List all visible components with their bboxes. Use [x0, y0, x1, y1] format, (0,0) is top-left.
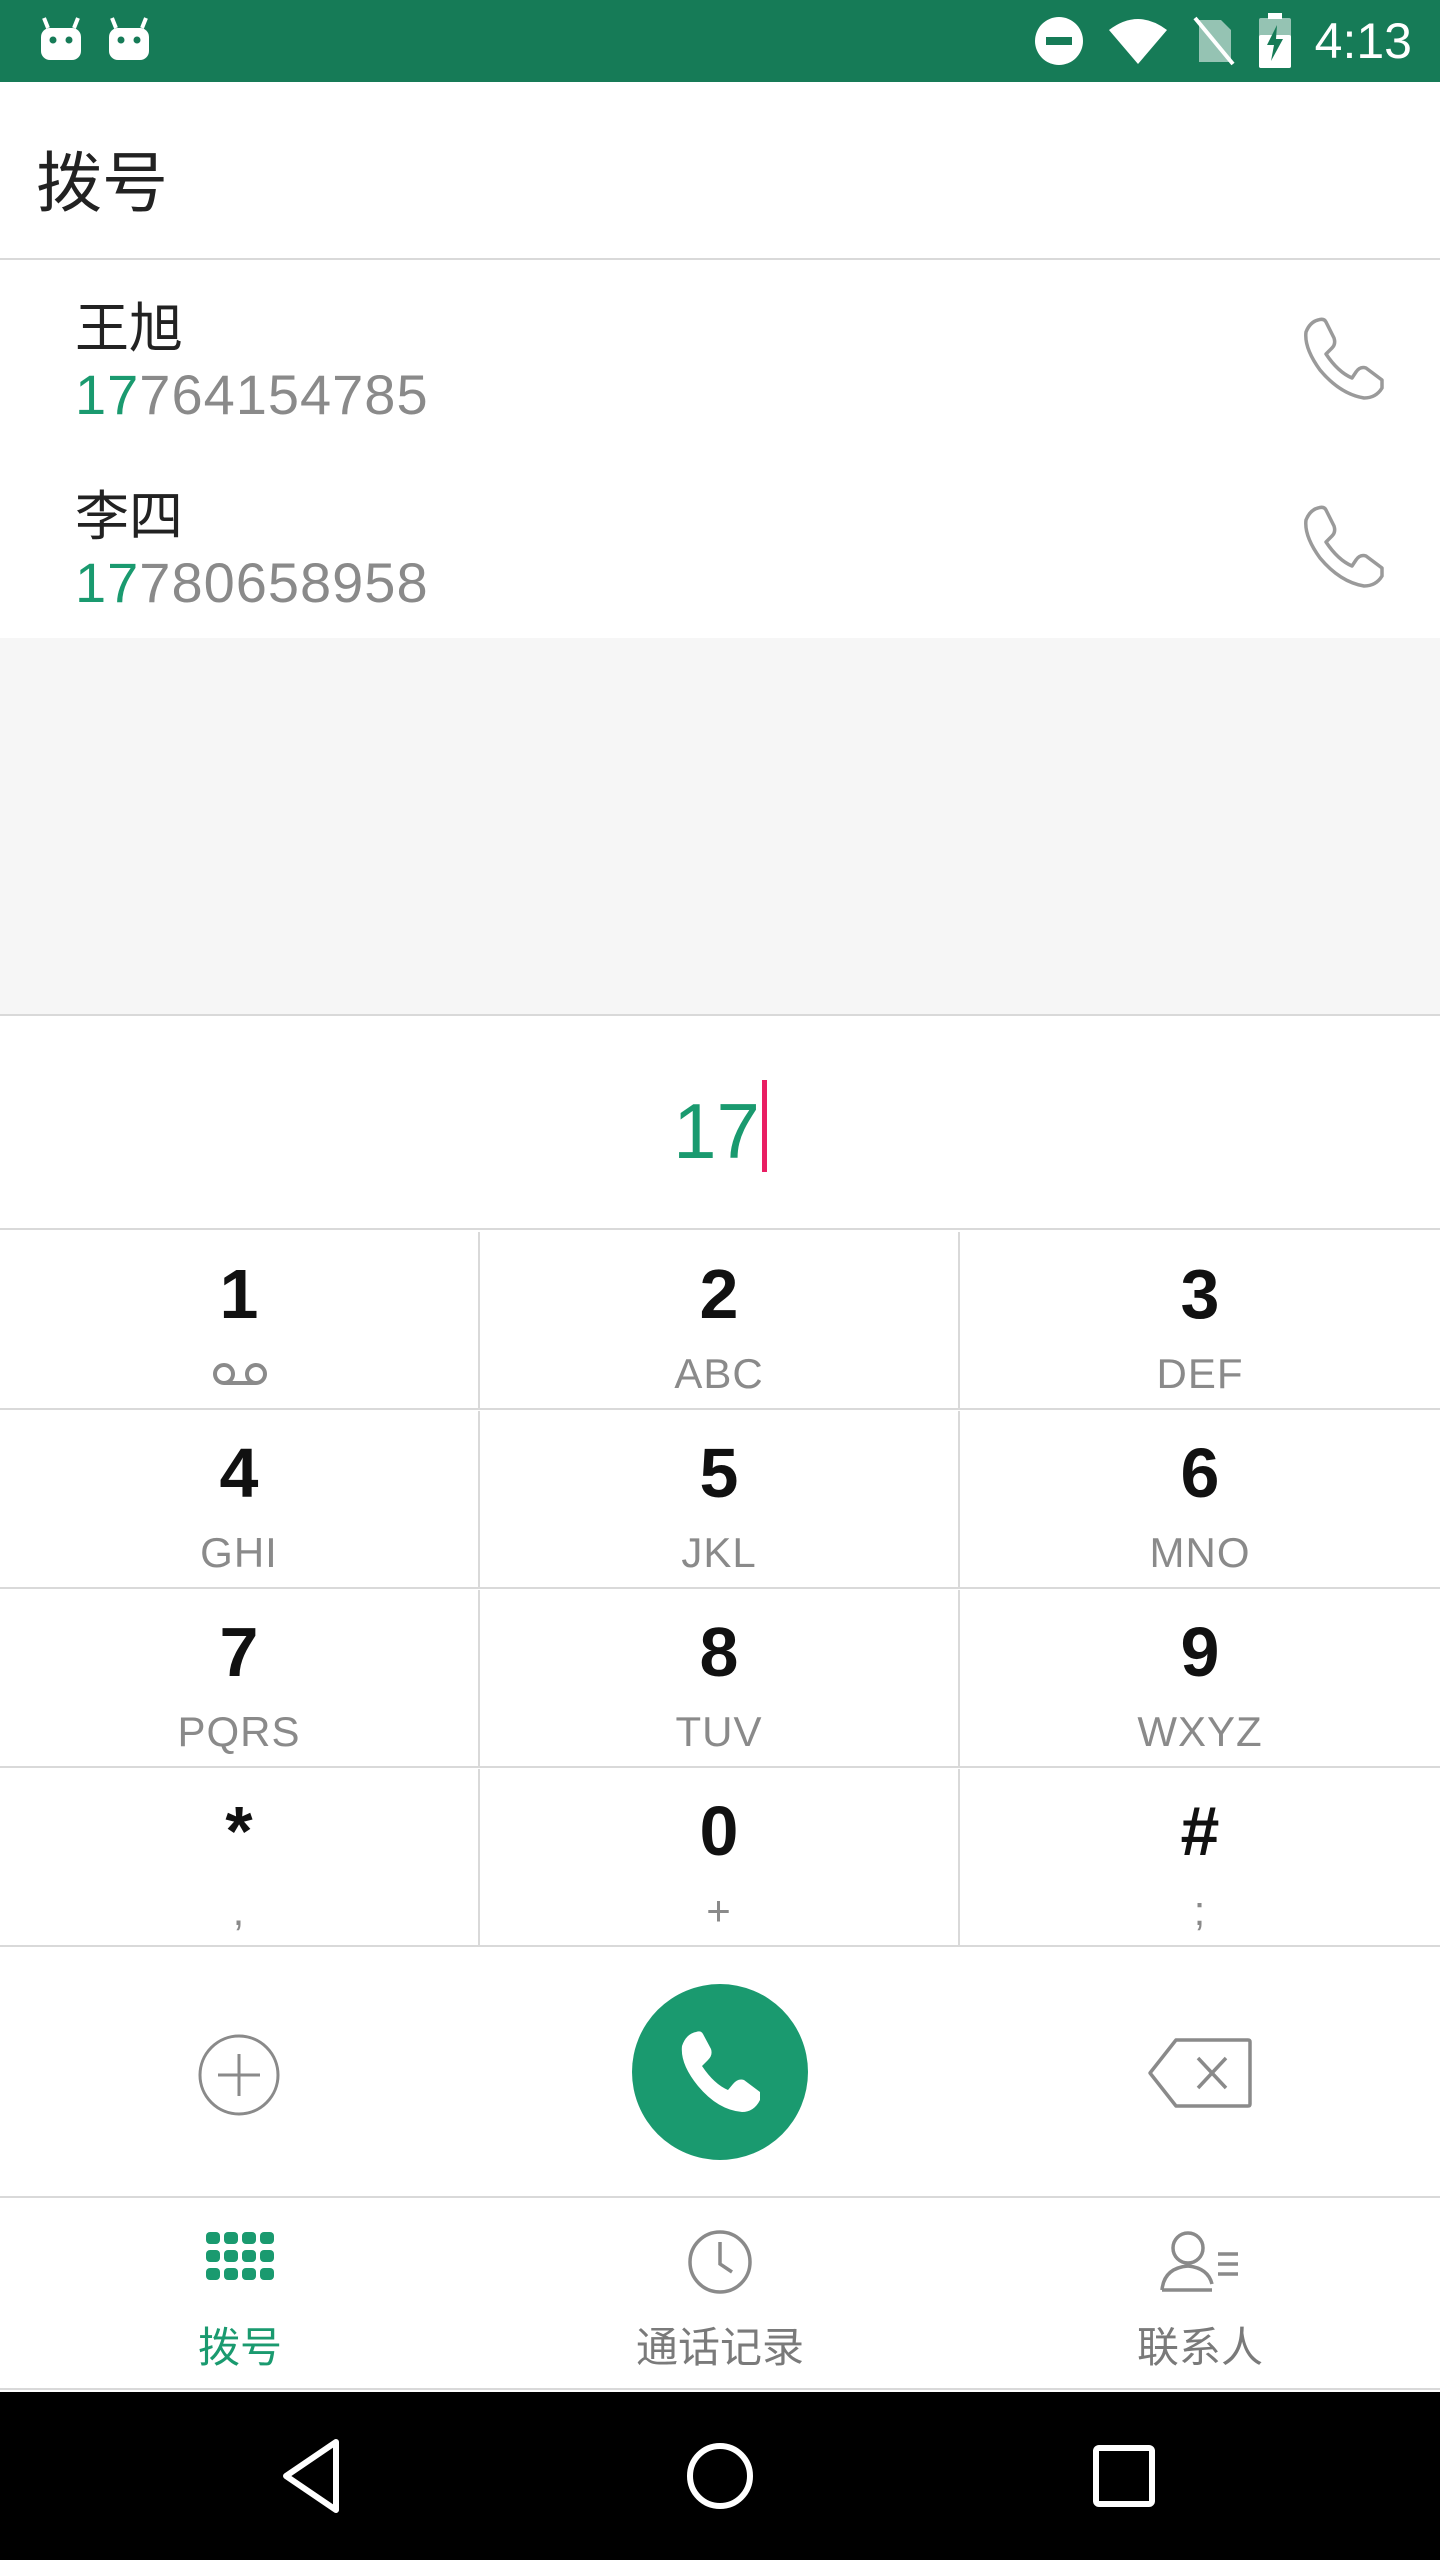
dialpad: 1 2 ABC 3 DEF 4 GHI 5 JKL 6 MNO 7 PQRS 8…	[0, 1232, 1440, 1948]
backspace-icon[interactable]	[1146, 2036, 1254, 2110]
status-system: 4:13	[1033, 10, 1412, 72]
phone-call-icon[interactable]	[1296, 498, 1392, 594]
key-letters: WXYZ	[1137, 1708, 1263, 1755]
key-letters: TUV	[675, 1708, 763, 1755]
dial-input[interactable]: 17	[0, 1080, 1440, 1177]
dial-actions	[0, 1948, 1440, 2198]
list-item[interactable]: 李四 17780658958	[0, 450, 1440, 638]
key-letters: GHI	[200, 1529, 278, 1576]
key-digit: 2	[699, 1255, 739, 1333]
number-rest: 764154785	[139, 363, 429, 426]
key-star[interactable]: * ,	[0, 1769, 480, 1947]
dial-input-field[interactable]: 17	[0, 1018, 1440, 1230]
search-results-list: 王旭 17764154785 李四 17780658958	[0, 262, 1440, 638]
tab-label: 通话记录	[635, 2323, 804, 2372]
key-hash[interactable]: # ;	[960, 1769, 1440, 1947]
phone-icon	[681, 2031, 760, 2112]
key-2[interactable]: 2 ABC	[480, 1232, 960, 1410]
text-cursor	[761, 1080, 767, 1172]
key-letters: MNO	[1149, 1529, 1251, 1576]
list-item[interactable]: 王旭 17764154785	[0, 262, 1440, 450]
key-digit: *	[225, 1792, 253, 1870]
key-9[interactable]: 9 WXYZ	[960, 1590, 1440, 1768]
tab-call-log[interactable]: 通话记录	[480, 2200, 960, 2390]
key-digit: 5	[699, 1434, 739, 1512]
dial-button[interactable]	[632, 1984, 808, 2160]
key-7[interactable]: 7 PQRS	[0, 1590, 480, 1768]
status-bar: 4:13	[0, 0, 1440, 82]
key-letters: +	[706, 1887, 732, 1934]
tab-contacts[interactable]: 联系人	[960, 2200, 1440, 2390]
home-icon[interactable]	[678, 2434, 762, 2518]
dial-digits: 17	[673, 1087, 760, 1175]
key-letters: ,	[232, 1887, 246, 1934]
status-time: 4:13	[1314, 13, 1412, 69]
android-icon	[41, 17, 81, 60]
key-0[interactable]: 0 +	[480, 1769, 960, 1947]
page-title: 拨号	[36, 145, 168, 222]
key-digit: 4	[219, 1434, 259, 1512]
key-digit: 9	[1180, 1613, 1220, 1691]
no-sim-icon	[1193, 16, 1235, 66]
key-6[interactable]: 6 MNO	[960, 1411, 1440, 1589]
key-letters: ABC	[674, 1350, 764, 1397]
key-digit: 1	[219, 1255, 259, 1333]
system-navigation-bar	[0, 2392, 1440, 2560]
key-8[interactable]: 8 TUV	[480, 1590, 960, 1768]
key-digit: 0	[699, 1792, 739, 1870]
add-circle-icon[interactable]	[196, 2032, 282, 2118]
contact-name: 李四	[75, 485, 183, 548]
key-digit: 6	[1180, 1434, 1220, 1512]
key-letters: PQRS	[177, 1708, 301, 1755]
key-letters: DEF	[1156, 1350, 1244, 1397]
contacts-icon	[1160, 2231, 1238, 2292]
key-1[interactable]: 1	[0, 1232, 480, 1410]
number-match: 17	[75, 363, 140, 426]
tab-label: 拨号	[197, 2323, 282, 2372]
do-not-disturb-icon	[1034, 17, 1083, 65]
key-4[interactable]: 4 GHI	[0, 1411, 480, 1589]
contact-number: 17780658958	[75, 550, 429, 615]
key-digit: 7	[219, 1613, 259, 1691]
android-icon	[109, 17, 149, 60]
key-letters: JKL	[681, 1529, 757, 1576]
clock-icon	[688, 2230, 752, 2294]
empty-area	[0, 638, 1440, 1016]
key-3[interactable]: 3 DEF	[960, 1232, 1440, 1410]
contact-number: 17764154785	[75, 362, 429, 427]
key-digit: #	[1180, 1792, 1220, 1870]
voicemail-icon	[213, 1363, 267, 1385]
app-bar: 拨号	[0, 82, 1440, 260]
status-notifications	[38, 14, 152, 64]
key-5[interactable]: 5 JKL	[480, 1411, 960, 1589]
dialpad-icon	[206, 2232, 274, 2280]
bottom-navigation: 拨号 通话记录 联系人	[0, 2200, 1440, 2390]
tab-label: 联系人	[1136, 2323, 1263, 2372]
contact-name: 王旭	[75, 297, 183, 360]
tab-dial[interactable]: 拨号	[0, 2200, 480, 2390]
key-digit: 8	[699, 1613, 739, 1691]
key-digit: 3	[1180, 1255, 1220, 1333]
number-match: 17	[75, 551, 140, 614]
phone-call-icon[interactable]	[1296, 310, 1392, 406]
back-icon[interactable]	[274, 2434, 358, 2518]
battery-charging-icon	[1258, 13, 1291, 68]
key-letters: ;	[1193, 1887, 1207, 1934]
number-rest: 780658958	[139, 551, 429, 614]
recents-icon[interactable]	[1082, 2434, 1166, 2518]
wifi-icon	[1108, 19, 1167, 64]
